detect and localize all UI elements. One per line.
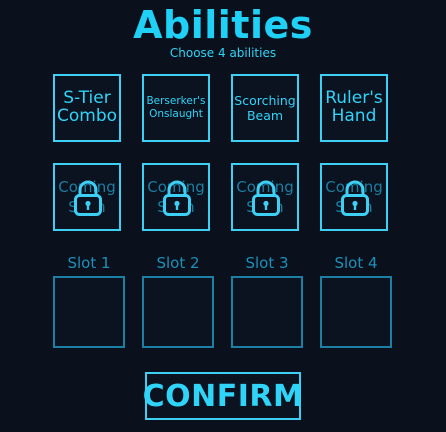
abilities-screen: Abilities Choose 4 abilities S-Tier Comb… [0,0,446,432]
slot-label-2: Slot 2 [156,254,200,272]
lock-icon [252,180,280,216]
slot-label-3: Slot 3 [245,254,289,272]
lock-icon [341,180,369,216]
lock-icon [74,180,102,216]
locked-ability-card: Coming Soon [53,163,121,231]
ability-slot-3[interactable] [231,276,303,348]
ability-slot-4[interactable] [320,276,392,348]
ability-slot-1[interactable] [53,276,125,348]
ability-label: Berserker's Onslaught [146,95,206,120]
ability-card-s-tier-combo[interactable]: S-Tier Combo [53,74,121,142]
ability-label: S-Tier Combo [56,88,118,126]
ability-card-scorching-beam[interactable]: Scorching Beam [231,74,299,142]
page-title: Abilities [133,3,313,47]
confirm-button[interactable]: CONFIRM [143,372,303,420]
lock-icon [163,180,191,216]
locked-ability-card: Coming Soon [231,163,299,231]
ability-label: Scorching Beam [234,93,296,123]
ability-slot-2[interactable] [142,276,214,348]
slot-label-4: Slot 4 [334,254,378,272]
page-subtitle: Choose 4 abilities [169,46,277,60]
locked-ability-card: Coming Soon [320,163,388,231]
ability-label: Ruler's Hand [325,88,383,126]
slot-label-1: Slot 1 [67,254,111,272]
ability-card-berserkers-onslaught[interactable]: Berserker's Onslaught [142,74,210,142]
ability-card-rulers-hand[interactable]: Ruler's Hand [320,74,388,142]
locked-ability-card: Coming Soon [142,163,210,231]
